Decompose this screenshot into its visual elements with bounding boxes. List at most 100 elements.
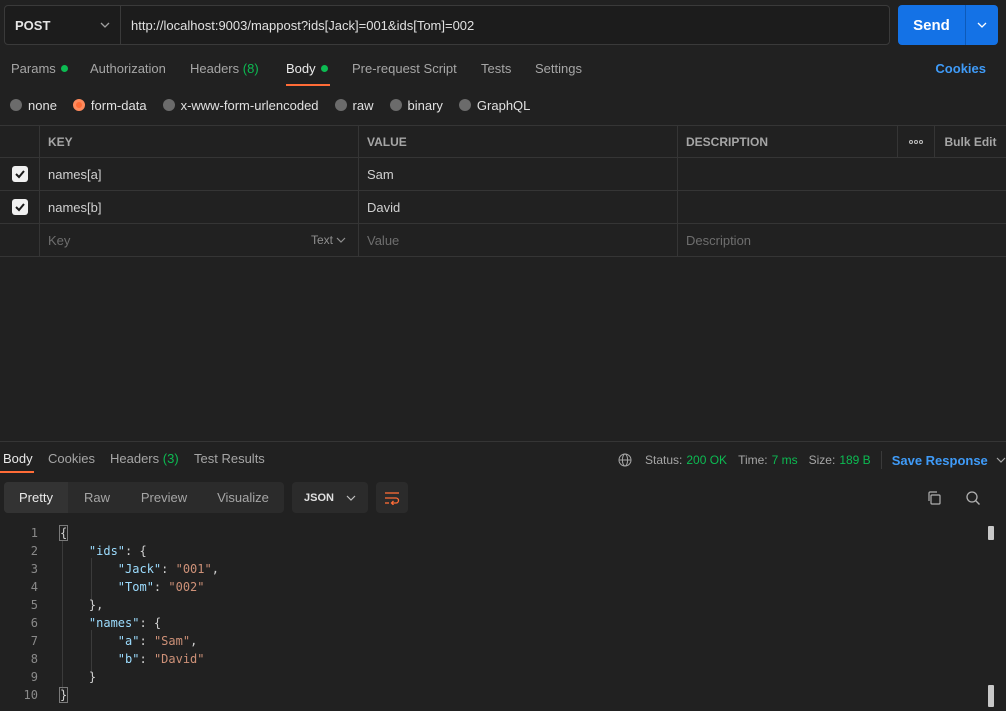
format-select[interactable]: JSON xyxy=(292,482,368,513)
url-input[interactable]: http://localhost:9003/mappost?ids[Jack]=… xyxy=(121,6,889,44)
header-description: DESCRIPTION xyxy=(678,126,898,157)
response-tab-cookies[interactable]: Cookies xyxy=(48,451,95,466)
code-text: { xyxy=(58,525,69,541)
code-text: }, xyxy=(60,598,104,612)
bulk-edit-button[interactable]: Bulk Edit xyxy=(935,126,1006,157)
radio-binary[interactable]: binary xyxy=(389,98,443,113)
table-row: names[b] David xyxy=(0,191,1006,224)
body-indicator-dot xyxy=(320,65,328,72)
scrollbar-thumb[interactable] xyxy=(988,526,994,540)
tab-authorization[interactable]: Authorization xyxy=(90,61,166,76)
json-key: "a" xyxy=(117,634,140,648)
size-value: 189 B xyxy=(839,453,871,467)
type-select[interactable]: Text xyxy=(311,233,346,247)
line-number: 10 xyxy=(23,688,38,702)
radio-none[interactable]: none xyxy=(10,98,57,113)
tab-settings[interactable]: Settings xyxy=(535,61,582,76)
key-input[interactable]: Key Text xyxy=(40,224,359,256)
tab-headers[interactable]: Headers (8) xyxy=(190,61,259,76)
radio-circle xyxy=(389,99,402,111)
body-type-options: none form-data x-www-form-urlencoded raw… xyxy=(10,96,546,114)
search-button[interactable] xyxy=(961,486,985,510)
row-checkbox-cell xyxy=(0,158,40,190)
type-label: Text xyxy=(310,233,333,247)
method-select[interactable]: POST xyxy=(5,6,121,44)
tab-params[interactable]: Params xyxy=(11,61,68,76)
response-tab-headers[interactable]: Headers (3) xyxy=(110,451,179,466)
value-placeholder: Value xyxy=(367,232,400,248)
request-bar: POST http://localhost:9003/mappost?ids[J… xyxy=(4,5,890,45)
radio-circle xyxy=(162,99,175,111)
view-preview[interactable]: Preview xyxy=(126,482,202,513)
code-text: "b": "David" xyxy=(117,652,205,666)
response-status-bar: Status: 200 OK Time: 7 ms Size: 189 B Sa… xyxy=(618,451,1006,469)
response-tab-body[interactable]: Body xyxy=(3,451,33,466)
response-tab-test-results[interactable]: Test Results xyxy=(194,451,265,466)
tab-prerequest-script[interactable]: Pre-request Script xyxy=(352,61,457,76)
row-checkbox[interactable] xyxy=(11,166,28,182)
chevron-down-icon xyxy=(996,457,1006,463)
line-number: 9 xyxy=(30,670,38,684)
json-string: "001" xyxy=(175,562,212,576)
code-line: 4 "Tom": "002" xyxy=(0,578,980,596)
size-label: Size: xyxy=(808,453,836,467)
response-divider xyxy=(0,441,1006,442)
header-key: KEY xyxy=(40,126,359,157)
radio-circle xyxy=(458,99,471,111)
more-options-button[interactable] xyxy=(898,126,935,157)
wrap-lines-button[interactable] xyxy=(376,482,408,513)
tab-body[interactable]: Body xyxy=(286,61,328,76)
view-raw[interactable]: Raw xyxy=(68,482,126,513)
header-value: VALUE xyxy=(359,126,678,157)
radio-x-www-form-urlencoded[interactable]: x-www-form-urlencoded xyxy=(162,97,319,113)
code-line: 3 "Jack": "001", xyxy=(0,560,980,578)
description-input[interactable]: Description xyxy=(678,224,1006,256)
cookies-link[interactable]: Cookies xyxy=(935,61,986,76)
json-key: "ids" xyxy=(88,544,126,558)
value-cell[interactable]: Sam xyxy=(359,158,678,190)
time-label: Time: xyxy=(738,453,768,467)
view-pretty[interactable]: Pretty xyxy=(4,482,68,513)
code-line: 1{ xyxy=(0,524,980,542)
send-button[interactable]: Send xyxy=(898,5,998,45)
description-cell[interactable] xyxy=(678,191,1006,223)
radio-label: x-www-form-urlencoded xyxy=(180,97,319,113)
response-view-selector: Pretty Raw Preview Visualize xyxy=(4,482,284,513)
send-label: Send xyxy=(913,16,950,34)
save-response-button[interactable]: Save Response xyxy=(892,453,1006,468)
radio-form-data[interactable]: form-data xyxy=(72,98,147,113)
description-cell[interactable] xyxy=(678,158,1006,190)
row-checkbox-cell xyxy=(0,191,40,223)
value-input[interactable]: Value xyxy=(359,224,678,256)
globe-icon[interactable] xyxy=(618,453,632,467)
json-key: "Tom" xyxy=(117,580,154,594)
code-line: 8 "b": "David" xyxy=(0,650,980,668)
code-text: } xyxy=(58,687,69,703)
save-response-label: Save Response xyxy=(891,452,988,468)
key-cell[interactable]: names[b] xyxy=(40,191,359,223)
radio-raw[interactable]: raw xyxy=(334,97,374,113)
radio-label: none xyxy=(28,97,57,113)
copy-icon xyxy=(928,491,941,505)
checkmark-icon xyxy=(14,203,25,212)
radio-graphql[interactable]: GraphQL xyxy=(458,98,530,113)
tab-params-label: Params xyxy=(11,61,56,76)
value-cell[interactable]: David xyxy=(359,191,678,223)
chevron-down-icon xyxy=(336,237,346,243)
send-options-button[interactable] xyxy=(965,5,998,45)
line-number: 2 xyxy=(30,544,38,558)
description-placeholder: Description xyxy=(686,232,752,248)
radio-circle xyxy=(334,99,347,111)
code-line: 6 "names": { xyxy=(0,614,980,632)
tab-tests[interactable]: Tests xyxy=(481,61,511,76)
key-cell[interactable]: names[a] xyxy=(40,158,359,190)
scrollbar-thumb[interactable] xyxy=(988,685,994,707)
code-text: "Jack": "001", xyxy=(117,562,219,576)
response-body-viewer[interactable]: 1{ 2 "ids": { 3 "Jack": "001", 4 "Tom": … xyxy=(0,523,1006,711)
copy-button[interactable] xyxy=(922,486,946,510)
view-visualize[interactable]: Visualize xyxy=(202,482,284,513)
radio-label: raw xyxy=(352,97,374,113)
line-number: 1 xyxy=(30,526,38,540)
wrap-lines-icon xyxy=(385,491,400,505)
row-checkbox[interactable] xyxy=(11,199,28,215)
